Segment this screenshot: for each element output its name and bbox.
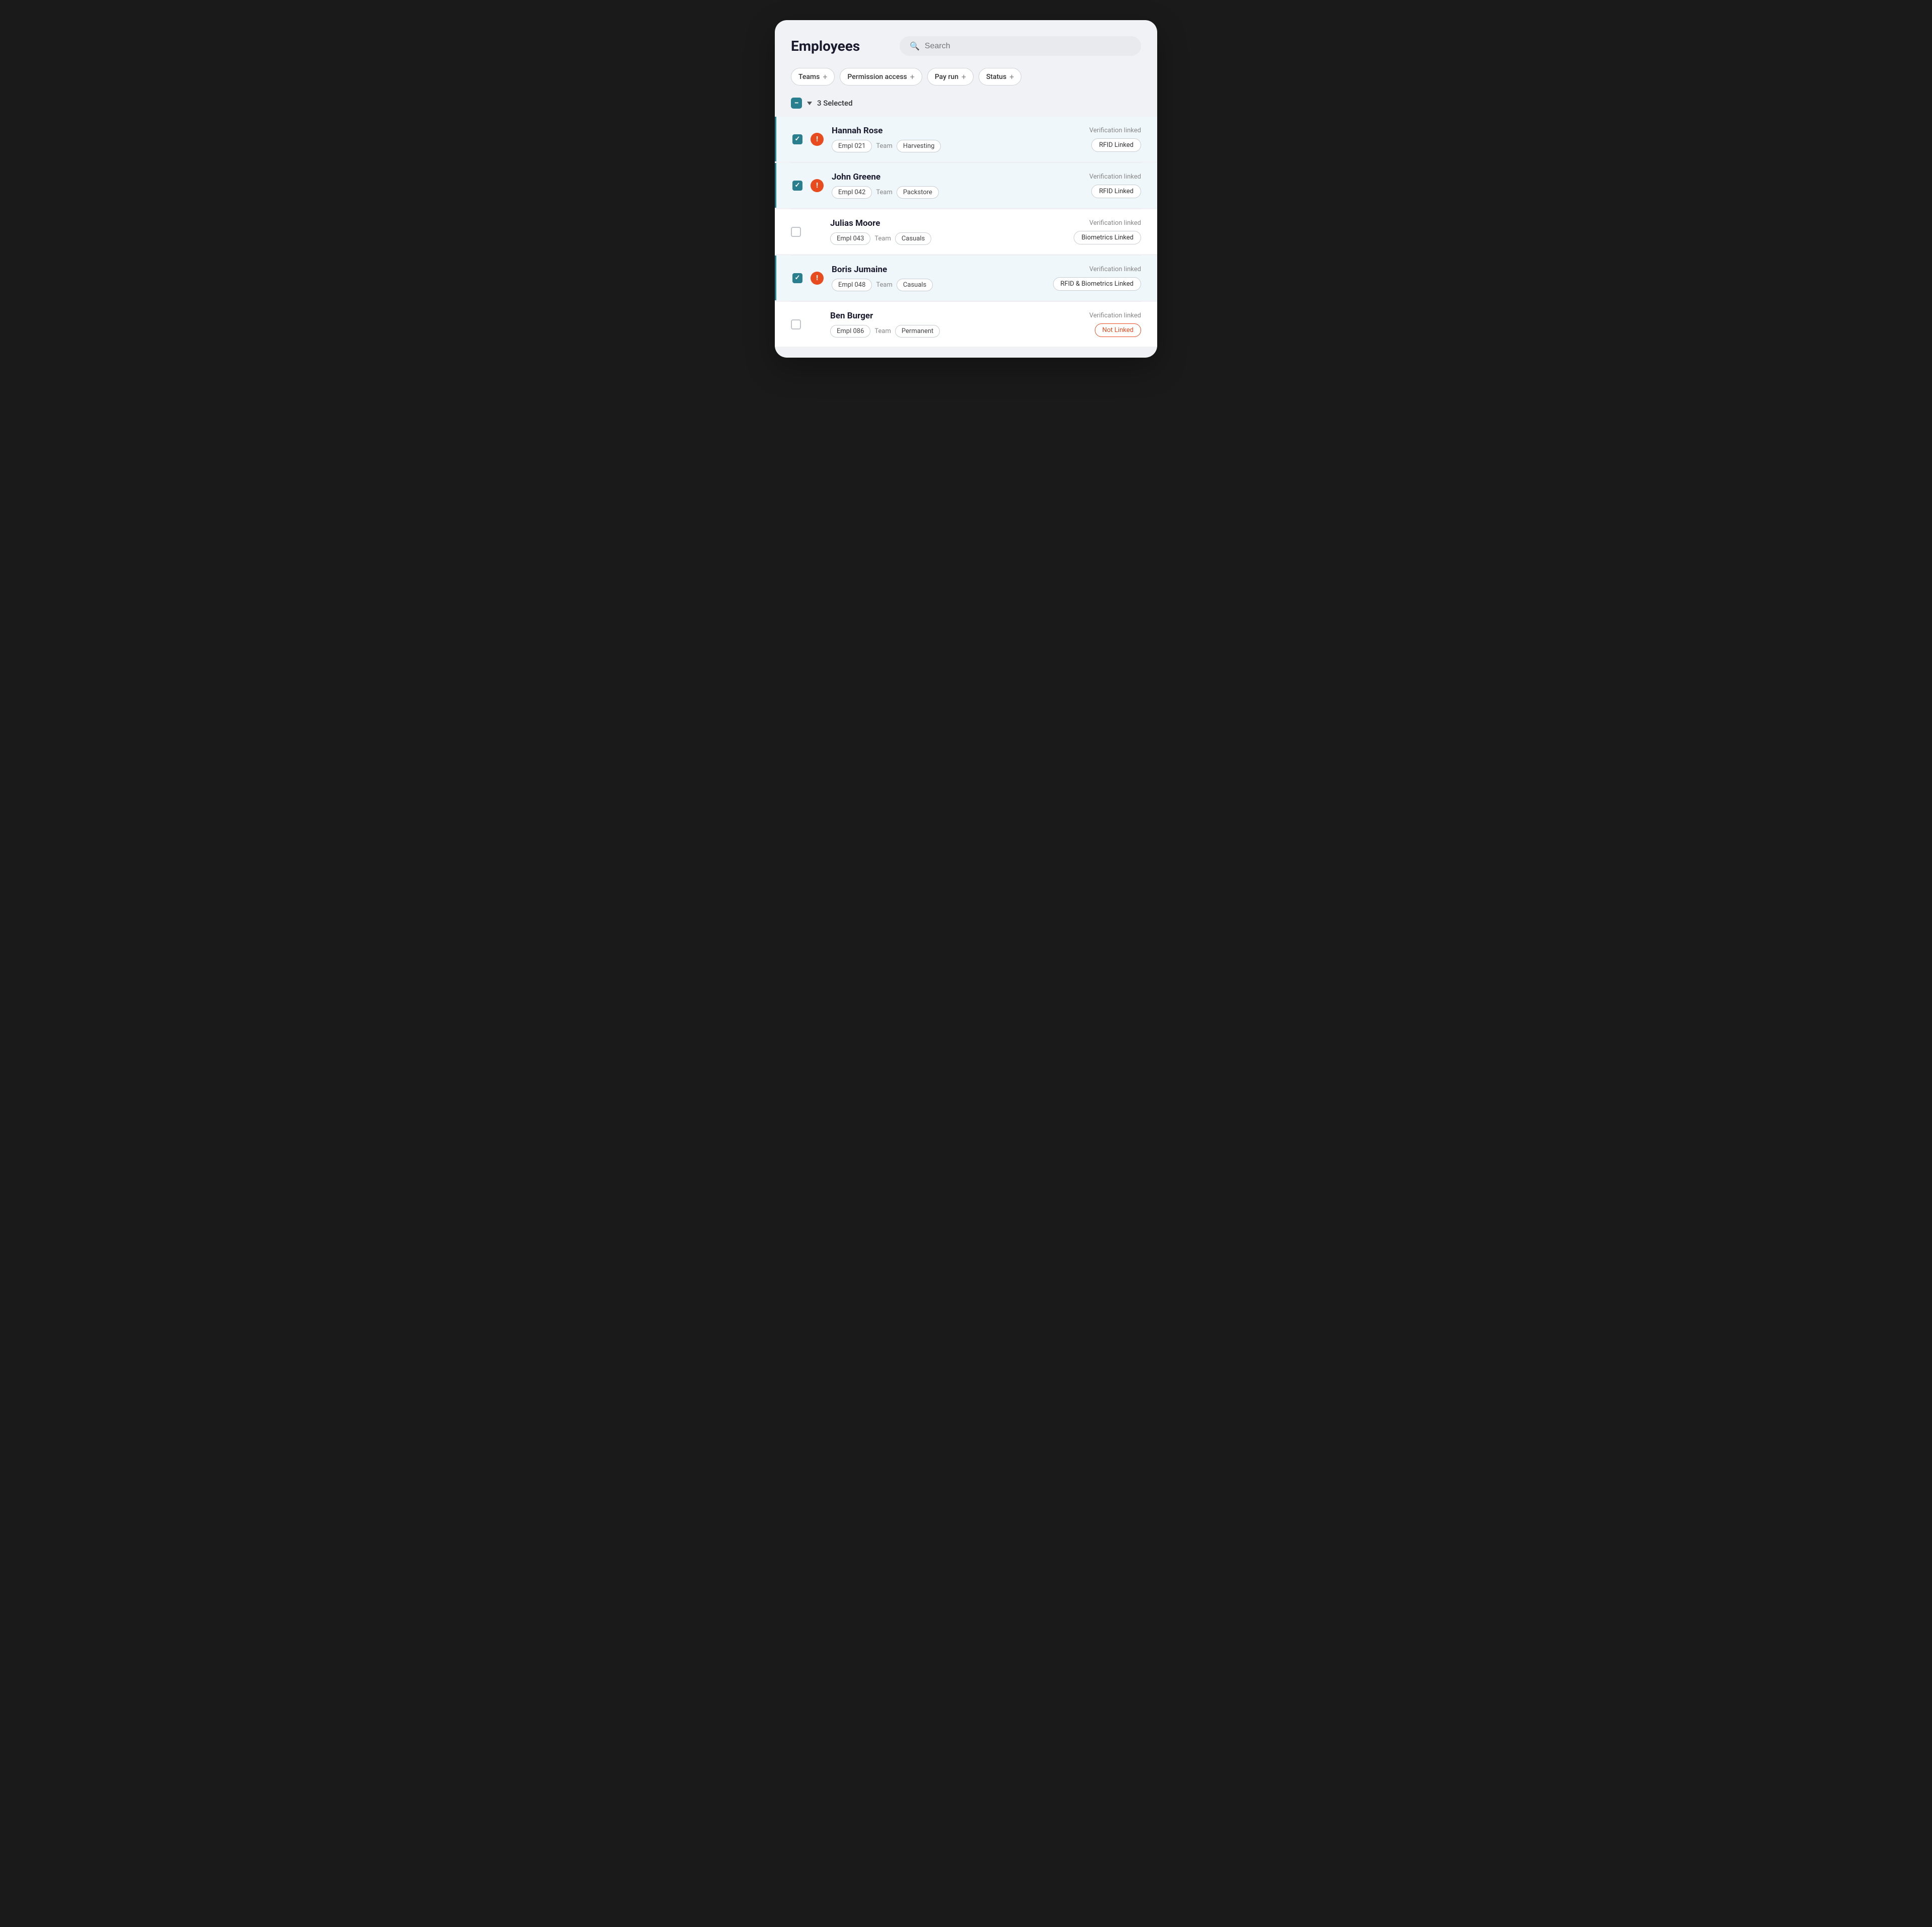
- verification-badge: Not Linked: [1095, 323, 1141, 337]
- search-icon: 🔍: [910, 41, 920, 51]
- verification-section: Verification linked RFID Linked: [1040, 127, 1141, 152]
- employee-info: Julias Moore Empl 043 Team Casuals: [830, 218, 1032, 245]
- employee-list: ! Hannah Rose Empl 021 Team Harvesting V…: [775, 117, 1157, 358]
- filter-chip-pay-run[interactable]: Pay run+: [927, 68, 974, 86]
- filter-label-pay-run: Pay run: [935, 73, 958, 81]
- page-title: Employees: [791, 38, 860, 54]
- team-tag: Casuals: [895, 232, 931, 245]
- filter-label-status: Status: [986, 73, 1006, 81]
- employee-card: ! Boris Jumaine Empl 048 Team Casuals Ve…: [775, 256, 1157, 300]
- verification-section: Verification linked RFID Linked: [1040, 173, 1141, 198]
- search-input[interactable]: [925, 42, 1131, 51]
- employee-tags: Empl 042 Team Packstore: [832, 186, 1032, 199]
- employee-tags: Empl 086 Team Permanent: [830, 325, 1032, 338]
- employee-id-tag: Empl 048: [832, 279, 872, 291]
- app-container: Employees 🔍 Teams+Permission access+Pay …: [775, 20, 1157, 358]
- employee-card: ! John Greene Empl 042 Team Packstore Ve…: [775, 163, 1157, 208]
- verification-label: Verification linked: [1089, 266, 1141, 273]
- checkbox-container[interactable]: [791, 227, 801, 237]
- employee-name: Julias Moore: [830, 218, 1032, 228]
- filter-chip-teams[interactable]: Teams+: [791, 68, 835, 86]
- employee-info: John Greene Empl 042 Team Packstore: [832, 172, 1032, 199]
- filter-add-icon-permission-access: +: [910, 72, 915, 81]
- employee-tags: Empl 048 Team Casuals: [832, 279, 1032, 291]
- employee-name: Hannah Rose: [832, 126, 1032, 136]
- selected-count: 3 Selected: [817, 99, 853, 108]
- team-tag: Packstore: [897, 186, 939, 199]
- filter-label-teams: Teams: [798, 73, 820, 81]
- filter-chip-permission-access[interactable]: Permission access+: [840, 68, 922, 86]
- verification-label: Verification linked: [1089, 219, 1141, 227]
- employee-info: Boris Jumaine Empl 048 Team Casuals: [832, 265, 1032, 291]
- search-bar[interactable]: 🔍: [900, 36, 1141, 56]
- verification-section: Verification linked Biometrics Linked: [1040, 219, 1141, 244]
- employee-id-tag: Empl 043: [830, 232, 870, 245]
- employee-id-tag: Empl 021: [832, 140, 872, 152]
- verification-badge: Biometrics Linked: [1074, 231, 1141, 244]
- employee-name: Boris Jumaine: [832, 265, 1032, 275]
- alert-placeholder: [809, 318, 822, 331]
- employee-name: John Greene: [832, 172, 1032, 182]
- filter-label-permission-access: Permission access: [847, 73, 907, 81]
- employee-checkbox[interactable]: [791, 227, 801, 237]
- selection-bar: 3 Selected: [775, 98, 1157, 117]
- checkbox-container[interactable]: [791, 319, 801, 329]
- filter-chip-status[interactable]: Status+: [979, 68, 1021, 86]
- employee-checkbox[interactable]: [792, 181, 802, 191]
- employee-tags: Empl 043 Team Casuals: [830, 232, 1032, 245]
- verification-badge: RFID & Biometrics Linked: [1053, 277, 1141, 291]
- verification-label: Verification linked: [1089, 127, 1141, 134]
- checkbox-container[interactable]: [792, 273, 802, 283]
- filter-add-icon-status: +: [1009, 72, 1014, 81]
- alert-icon: !: [811, 272, 824, 285]
- employee-name: Ben Burger: [830, 311, 1032, 321]
- team-label: Team: [874, 327, 891, 335]
- alert-icon: !: [811, 133, 824, 146]
- employee-tags: Empl 021 Team Harvesting: [832, 140, 1032, 152]
- alert-placeholder: [809, 225, 822, 238]
- team-label: Team: [874, 235, 891, 242]
- team-label: Team: [876, 281, 893, 289]
- deselect-all-button[interactable]: [791, 98, 802, 109]
- filter-add-icon-teams: +: [823, 72, 827, 81]
- employee-checkbox[interactable]: [792, 273, 802, 283]
- verification-badge: RFID Linked: [1091, 185, 1141, 198]
- checkbox-container[interactable]: [792, 134, 802, 144]
- team-tag: Permanent: [895, 325, 940, 338]
- team-tag: Casuals: [897, 279, 933, 291]
- employee-id-tag: Empl 042: [832, 186, 872, 199]
- employee-id-tag: Empl 086: [830, 325, 870, 338]
- employee-info: Hannah Rose Empl 021 Team Harvesting: [832, 126, 1032, 152]
- verification-section: Verification linked Not Linked: [1040, 312, 1141, 337]
- employee-checkbox[interactable]: [791, 319, 801, 329]
- verification-section: Verification linked RFID & Biometrics Li…: [1040, 266, 1141, 291]
- team-tag: Harvesting: [897, 140, 941, 152]
- checkbox-container[interactable]: [792, 181, 802, 191]
- employee-checkbox[interactable]: [792, 134, 802, 144]
- team-label: Team: [876, 142, 893, 150]
- employee-card: Julias Moore Empl 043 Team Casuals Verif…: [775, 209, 1157, 254]
- verification-badge: RFID Linked: [1091, 138, 1141, 152]
- verification-label: Verification linked: [1089, 312, 1141, 319]
- filter-bar: Teams+Permission access+Pay run+Status+: [775, 68, 1157, 98]
- alert-icon: !: [811, 179, 824, 192]
- team-label: Team: [876, 189, 893, 196]
- filter-add-icon-pay-run: +: [961, 72, 966, 81]
- employee-card: Ben Burger Empl 086 Team Permanent Verif…: [775, 302, 1157, 347]
- employee-card: ! Hannah Rose Empl 021 Team Harvesting V…: [775, 117, 1157, 161]
- employee-info: Ben Burger Empl 086 Team Permanent: [830, 311, 1032, 338]
- verification-label: Verification linked: [1089, 173, 1141, 181]
- header: Employees 🔍: [775, 36, 1157, 68]
- selection-dropdown-arrow[interactable]: [807, 102, 812, 105]
